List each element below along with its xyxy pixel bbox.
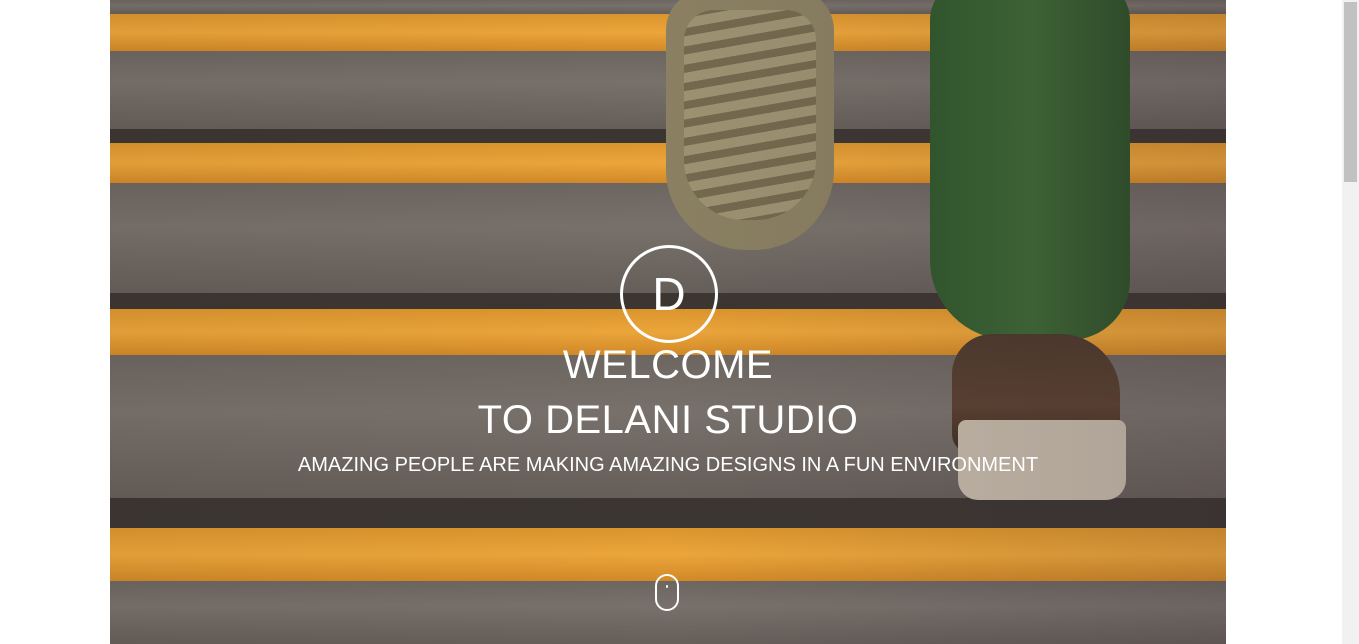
logo-letter: D: [652, 268, 686, 320]
mouse-scroll-icon[interactable]: [655, 574, 679, 611]
page: D WELCOME TO DELANI STUDIO AMAZING PEOPL…: [0, 0, 1359, 644]
scrollbar-thumb[interactable]: [1344, 2, 1357, 182]
hero-title-line-1: WELCOME: [562, 343, 774, 387]
mouse-wheel-dot: [666, 585, 668, 588]
page-scrollbar[interactable]: [1342, 0, 1359, 644]
hero-tagline: AMAZING PEOPLE ARE MAKING AMAZING DESIGN…: [297, 454, 1039, 476]
logo-badge[interactable]: D: [620, 245, 718, 343]
hero-section: D WELCOME TO DELANI STUDIO AMAZING PEOPL…: [110, 0, 1226, 644]
hero-content: D WELCOME TO DELANI STUDIO AMAZING PEOPL…: [110, 0, 1226, 644]
hero-title-line-2: TO DELANI STUDIO: [477, 398, 859, 442]
